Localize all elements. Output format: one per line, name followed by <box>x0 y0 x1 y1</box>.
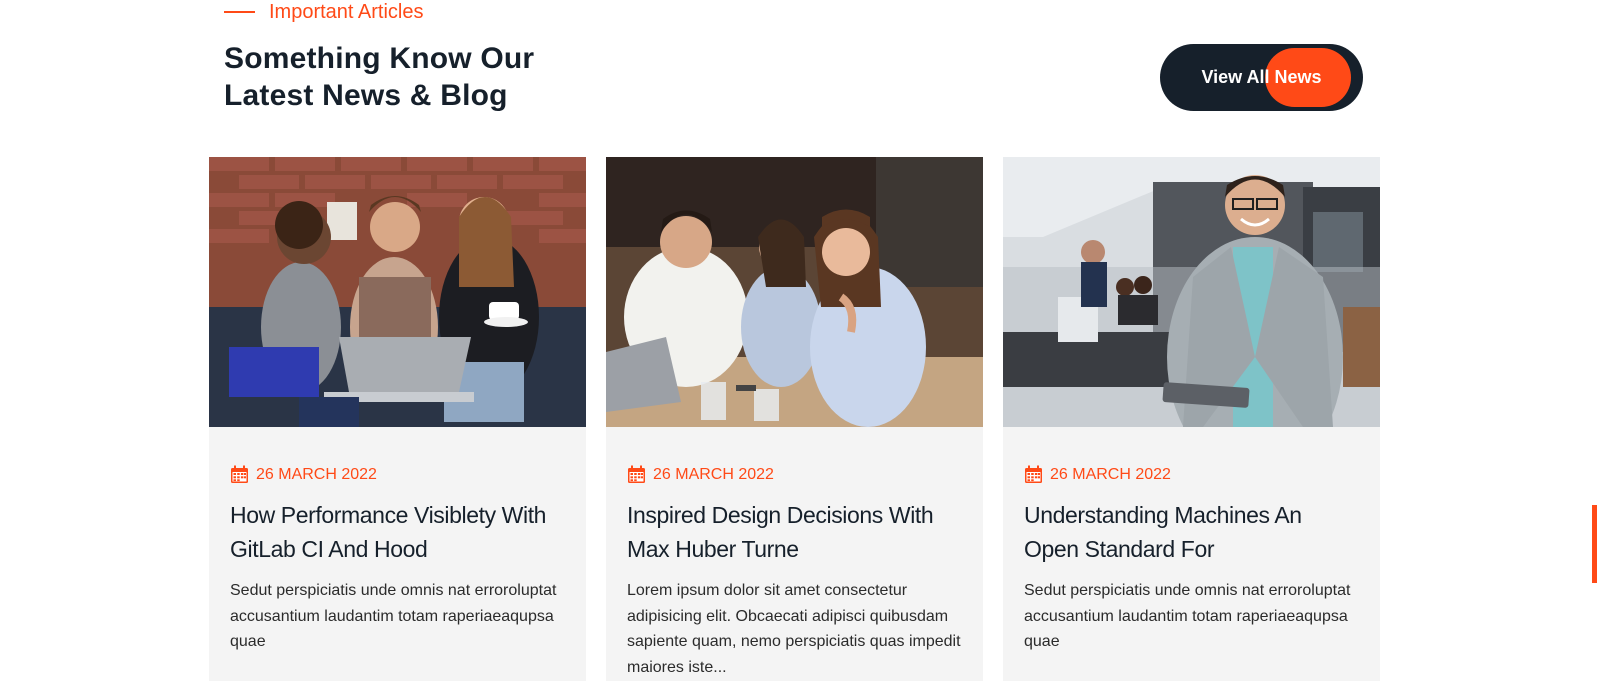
businessman-tablet-photo[interactable] <box>1003 157 1380 427</box>
team-laptop-photo[interactable] <box>209 157 586 427</box>
post-excerpt: Sedut perspiciatis unde omnis nat erroro… <box>230 582 557 650</box>
post-date: 26 MARCH 2022 <box>256 465 377 483</box>
news-section: Important Articles Something Know Our La… <box>0 0 1597 681</box>
calendar-icon <box>1025 465 1042 483</box>
subtitle-line <box>224 11 255 13</box>
post-date-row: 26 MARCH 2022 <box>627 465 963 484</box>
calendar-icon <box>231 465 248 483</box>
post-date-row: 26 MARCH 2022 <box>230 465 566 484</box>
post-title-link[interactable]: Inspired Design Decisions With Max Huber… <box>627 498 963 566</box>
businessman-tablet-photo-illustration <box>1003 157 1380 427</box>
post-title-link[interactable]: Understanding Machines An Open Standard … <box>1024 498 1360 566</box>
calendar-icon <box>628 465 645 483</box>
post-excerpt: Lorem ipsum dolor sit amet consectetur a… <box>627 582 961 676</box>
blog-card[interactable]: 26 MARCH 2022 Understanding Machines An … <box>1003 157 1380 681</box>
office-meeting-photo-illustration <box>606 157 983 427</box>
blog-card[interactable]: 26 MARCH 2022 How Performance Visiblety … <box>209 157 586 681</box>
blog-card[interactable]: 26 MARCH 2022 Inspired Design Decisions … <box>606 157 983 681</box>
post-date-row: 26 MARCH 2022 <box>1024 465 1360 484</box>
heading-line-2: Latest News & Blog <box>224 79 508 112</box>
scroll-to-top-tab[interactable] <box>1592 505 1597 583</box>
post-date: 26 MARCH 2022 <box>653 465 774 483</box>
section-subtitle-row: Important Articles <box>224 0 424 24</box>
team-laptop-photo-illustration <box>209 157 586 427</box>
post-excerpt: Sedut perspiciatis unde omnis nat erroro… <box>1024 582 1351 650</box>
section-subtitle: Important Articles <box>269 0 424 23</box>
section-heading: Something Know Our Latest News & Blog <box>224 40 534 114</box>
view-all-news-label: View All News <box>1201 67 1322 87</box>
heading-line-1: Something Know Our <box>224 42 535 75</box>
office-meeting-photo[interactable] <box>606 157 983 427</box>
post-title-link[interactable]: How Performance Visiblety With GitLab CI… <box>230 498 566 566</box>
post-date: 26 MARCH 2022 <box>1050 465 1171 483</box>
blog-card-list: 26 MARCH 2022 How Performance Visiblety … <box>209 157 1381 681</box>
view-all-news-button[interactable]: View All News <box>1160 44 1363 111</box>
